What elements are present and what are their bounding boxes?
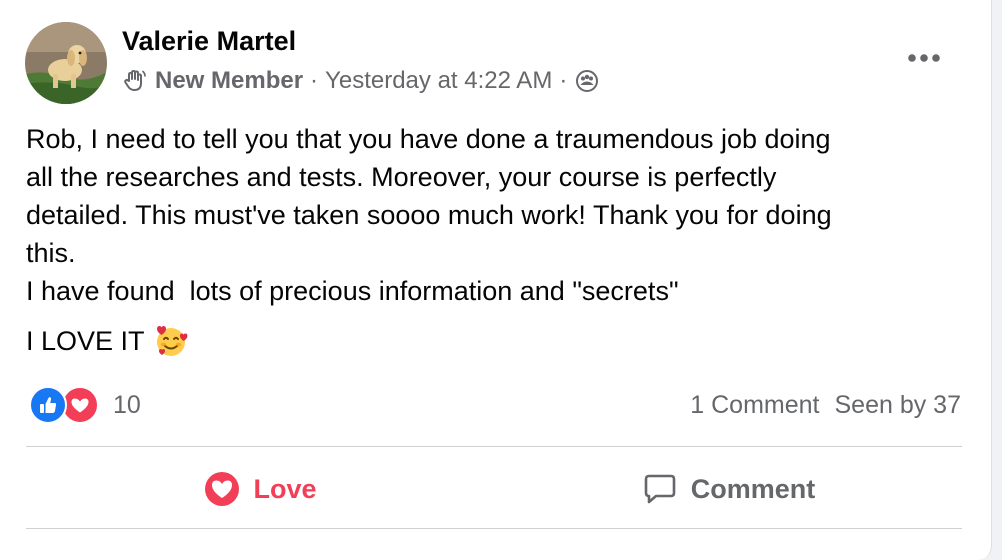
love-label: Love — [253, 473, 317, 504]
comment-label: Comment — [690, 473, 816, 504]
more-options-button[interactable] — [900, 38, 948, 78]
group-privacy-icon[interactable] — [575, 69, 599, 93]
meta-separator: · — [559, 67, 568, 94]
post-text-closing: I LOVE IT — [26, 322, 966, 360]
post-timestamp[interactable]: Yesterday at 4:22 AM — [325, 67, 552, 95]
post-body: Rob, I need to tell you that you have do… — [26, 120, 966, 360]
avatar[interactable] — [25, 22, 107, 104]
closing-text: I LOVE IT — [26, 326, 145, 356]
heart-icon — [203, 470, 241, 508]
seen-by-count[interactable]: Seen by 37 — [835, 391, 962, 420]
reactions-summary[interactable]: 10 — [29, 386, 141, 424]
meta-separator: · — [310, 67, 319, 94]
post-meta: New Member · Yesterday at 4:22 AM · — [122, 66, 599, 96]
comment-button[interactable]: Comment — [494, 458, 962, 520]
comment-count[interactable]: 1 Comment — [690, 391, 819, 420]
more-icon — [908, 54, 940, 62]
love-button[interactable]: Love — [26, 458, 494, 520]
member-badge[interactable]: New Member — [155, 67, 303, 95]
divider — [26, 528, 962, 529]
post-text: Rob, I need to tell you that you have do… — [26, 124, 832, 306]
waving-hand-icon — [122, 68, 148, 94]
smiling-face-with-hearts-icon — [153, 323, 189, 359]
divider — [26, 446, 962, 447]
author-name[interactable]: Valerie Martel — [122, 26, 296, 57]
comment-icon — [641, 470, 679, 508]
reaction-count: 10 — [113, 390, 141, 419]
post-stats: 1 Comment Seen by 37 — [690, 386, 961, 424]
post-card: Valerie Martel New Member · Yesterday at… — [0, 0, 992, 560]
like-reaction-icon — [29, 386, 67, 424]
